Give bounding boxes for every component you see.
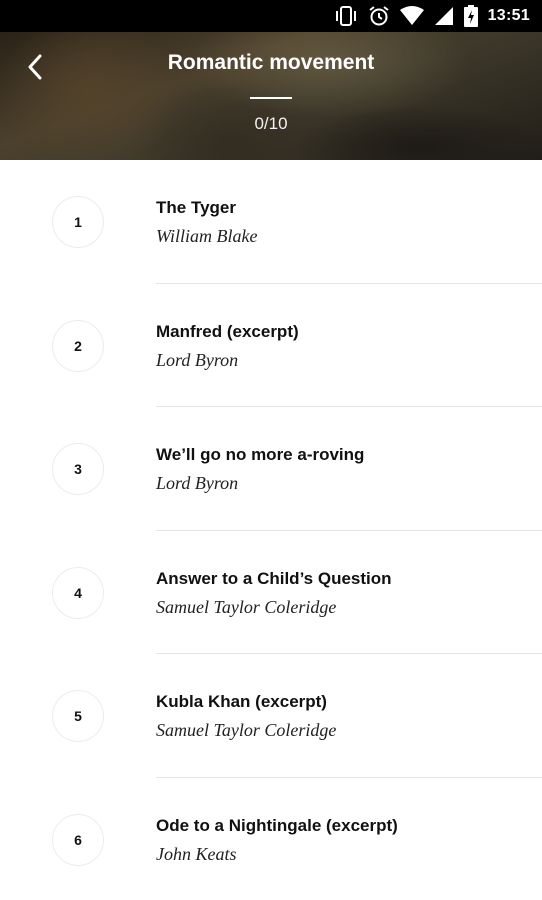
signal-icon bbox=[434, 7, 453, 25]
poem-title: Ode to a Nightingale (excerpt) bbox=[156, 815, 398, 835]
vibrate-icon bbox=[335, 6, 356, 26]
poem-number: 6 bbox=[52, 813, 104, 866]
poem-number: 3 bbox=[52, 443, 104, 496]
wifi-icon bbox=[399, 6, 424, 25]
collection-header: Romantic movement 0/10 bbox=[0, 32, 542, 160]
poem-author: Lord Byron bbox=[156, 473, 239, 494]
poem-author: Samuel Taylor Coleridge bbox=[156, 720, 337, 741]
poem-title: Manfred (excerpt) bbox=[156, 321, 299, 341]
poem-number: 4 bbox=[52, 566, 104, 619]
poem-number: 5 bbox=[52, 690, 104, 743]
poem-author: John Keats bbox=[156, 843, 237, 864]
status-bar: 13:51 bbox=[0, 0, 542, 32]
progress-counter: 0/10 bbox=[254, 114, 288, 133]
list-item[interactable]: 1 The Tyger William Blake bbox=[0, 160, 542, 284]
poem-title: Answer to a Child’s Question bbox=[156, 568, 392, 588]
poem-author: Samuel Taylor Coleridge bbox=[156, 596, 337, 617]
poem-list: 1 The Tyger William Blake 2 Manfred (exc… bbox=[0, 160, 542, 900]
page-title: Romantic movement bbox=[167, 51, 375, 74]
poem-number: 1 bbox=[52, 196, 104, 248]
list-item[interactable]: 2 Manfred (excerpt) Lord Byron bbox=[0, 284, 542, 408]
alarm-icon bbox=[368, 6, 389, 26]
poem-title: Kubla Khan (excerpt) bbox=[156, 692, 327, 712]
poem-title: The Tyger bbox=[156, 198, 236, 217]
title-divider bbox=[250, 97, 292, 99]
poem-number: 2 bbox=[52, 319, 104, 372]
list-item[interactable]: 4 Answer to a Child’s Question Samuel Ta… bbox=[0, 531, 542, 655]
poem-title: We’ll go no more a-roving bbox=[156, 445, 365, 465]
poem-author: Lord Byron bbox=[156, 349, 239, 370]
list-item[interactable]: 5 Kubla Khan (excerpt) Samuel Taylor Col… bbox=[0, 654, 542, 778]
list-item[interactable]: 3 We’ll go no more a-roving Lord Byron bbox=[0, 407, 542, 531]
list-item[interactable]: 6 Ode to a Nightingale (excerpt) John Ke… bbox=[0, 778, 542, 900]
poem-author: William Blake bbox=[156, 226, 258, 246]
status-time: 13:51 bbox=[487, 7, 530, 24]
battery-charging-icon bbox=[463, 5, 478, 27]
